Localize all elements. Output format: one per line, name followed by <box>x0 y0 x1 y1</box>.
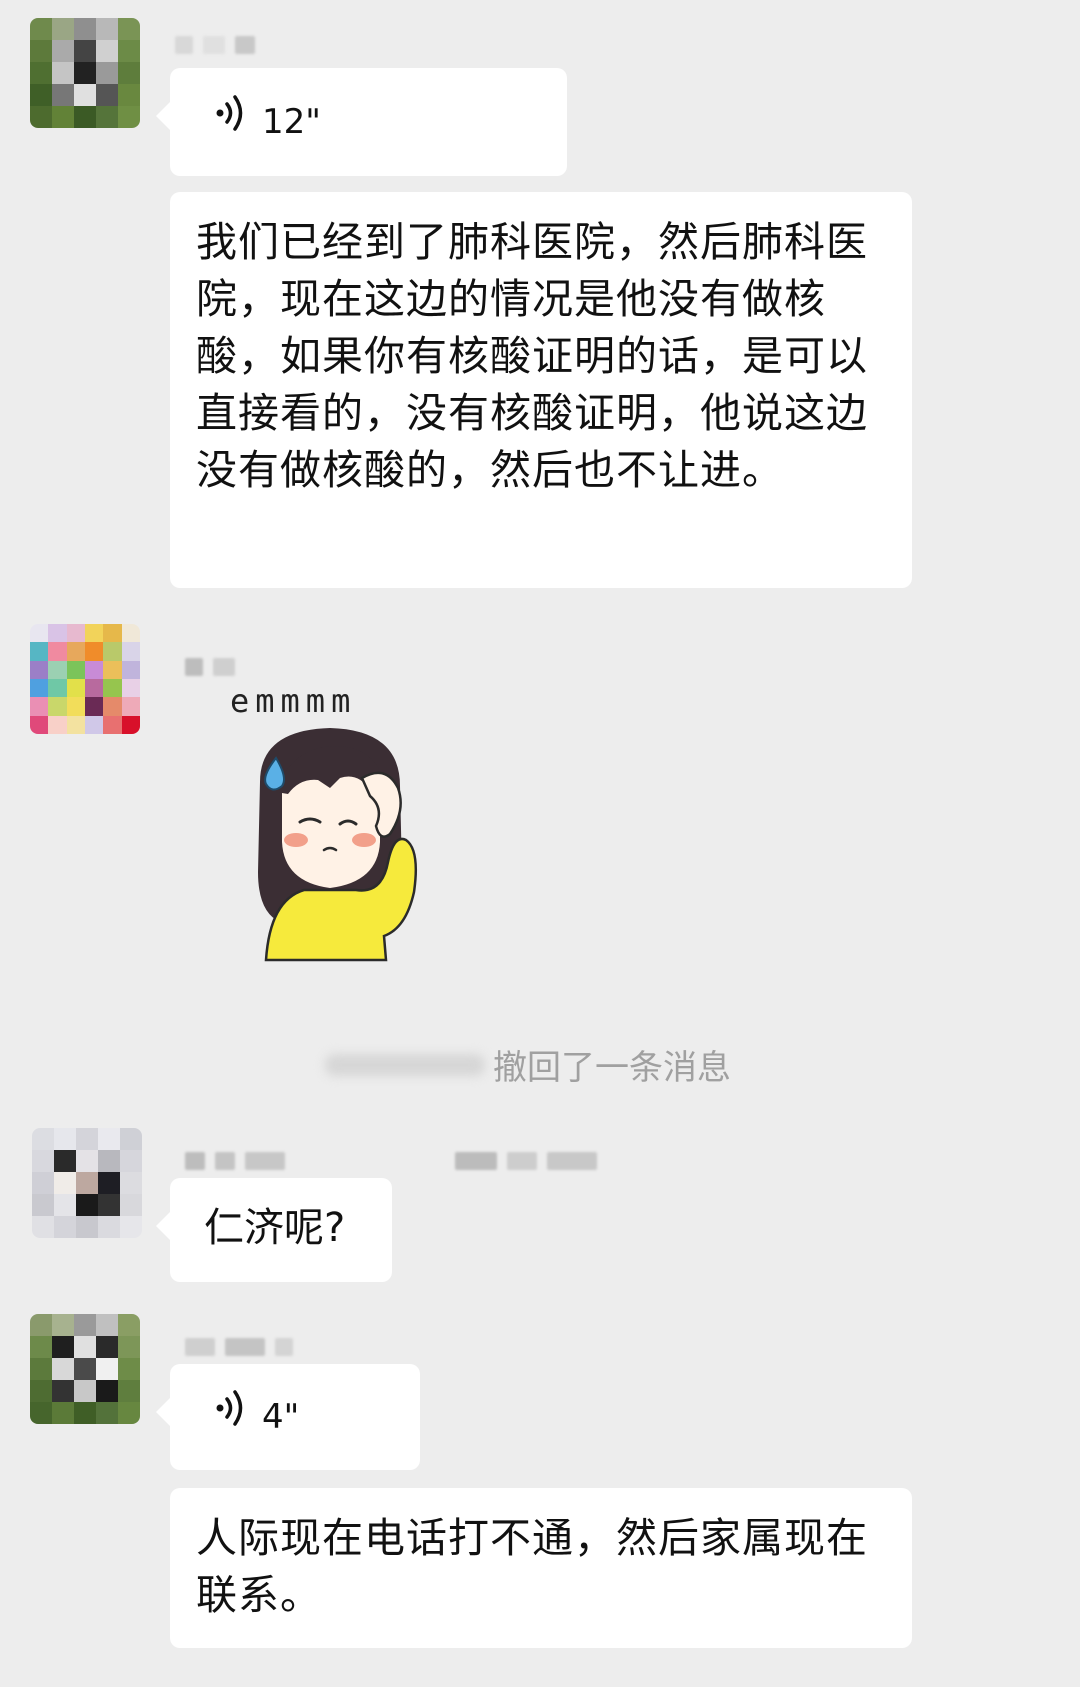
sender-name-4 <box>185 1336 293 1358</box>
text-message-bubble[interactable]: 我们已经到了肺科医院，然后肺科医院，现在这边的情况是他没有做核酸，如果你有核酸证… <box>170 192 912 588</box>
avatar-sender-4[interactable] <box>30 1314 140 1424</box>
sender-name-3 <box>185 1150 597 1172</box>
text-message-bubble[interactable]: 仁济呢? <box>156 1178 392 1282</box>
avatar-sender-1[interactable] <box>30 18 140 128</box>
message-text: 仁济呢? <box>204 1205 346 1251</box>
voice-wave-icon <box>214 1388 262 1446</box>
avatar-sender-2[interactable] <box>30 624 140 734</box>
voice-wave-icon <box>214 93 262 151</box>
sticker-girl-image <box>258 728 417 962</box>
sticker-caption: emmmm <box>230 682 357 720</box>
recall-notice-text: 撤回了一条消息 <box>493 1048 731 1088</box>
voice-message-bubble[interactable]: 12" <box>156 68 567 176</box>
avatar-sender-3[interactable] <box>32 1128 142 1238</box>
message-text: 我们已经到了肺科医院，然后肺科医院，现在这边的情况是他没有做核酸，如果你有核酸证… <box>196 218 868 494</box>
voice-duration: 4" <box>262 1396 300 1437</box>
recall-notice: 撤回了一条消息 <box>325 1040 731 1089</box>
message-text: 人际现在电话打不通，然后家属现在联系。 <box>196 1514 868 1619</box>
text-message-bubble[interactable]: 人际现在电话打不通，然后家属现在联系。 <box>170 1488 912 1648</box>
sender-name-2 <box>185 656 235 678</box>
sticker-message[interactable]: emmmm <box>230 682 430 962</box>
voice-duration: 12" <box>262 101 321 142</box>
voice-message-bubble[interactable]: 4" <box>156 1364 420 1470</box>
recaller-name-blurred <box>325 1053 485 1076</box>
sender-name-1 <box>175 34 255 56</box>
